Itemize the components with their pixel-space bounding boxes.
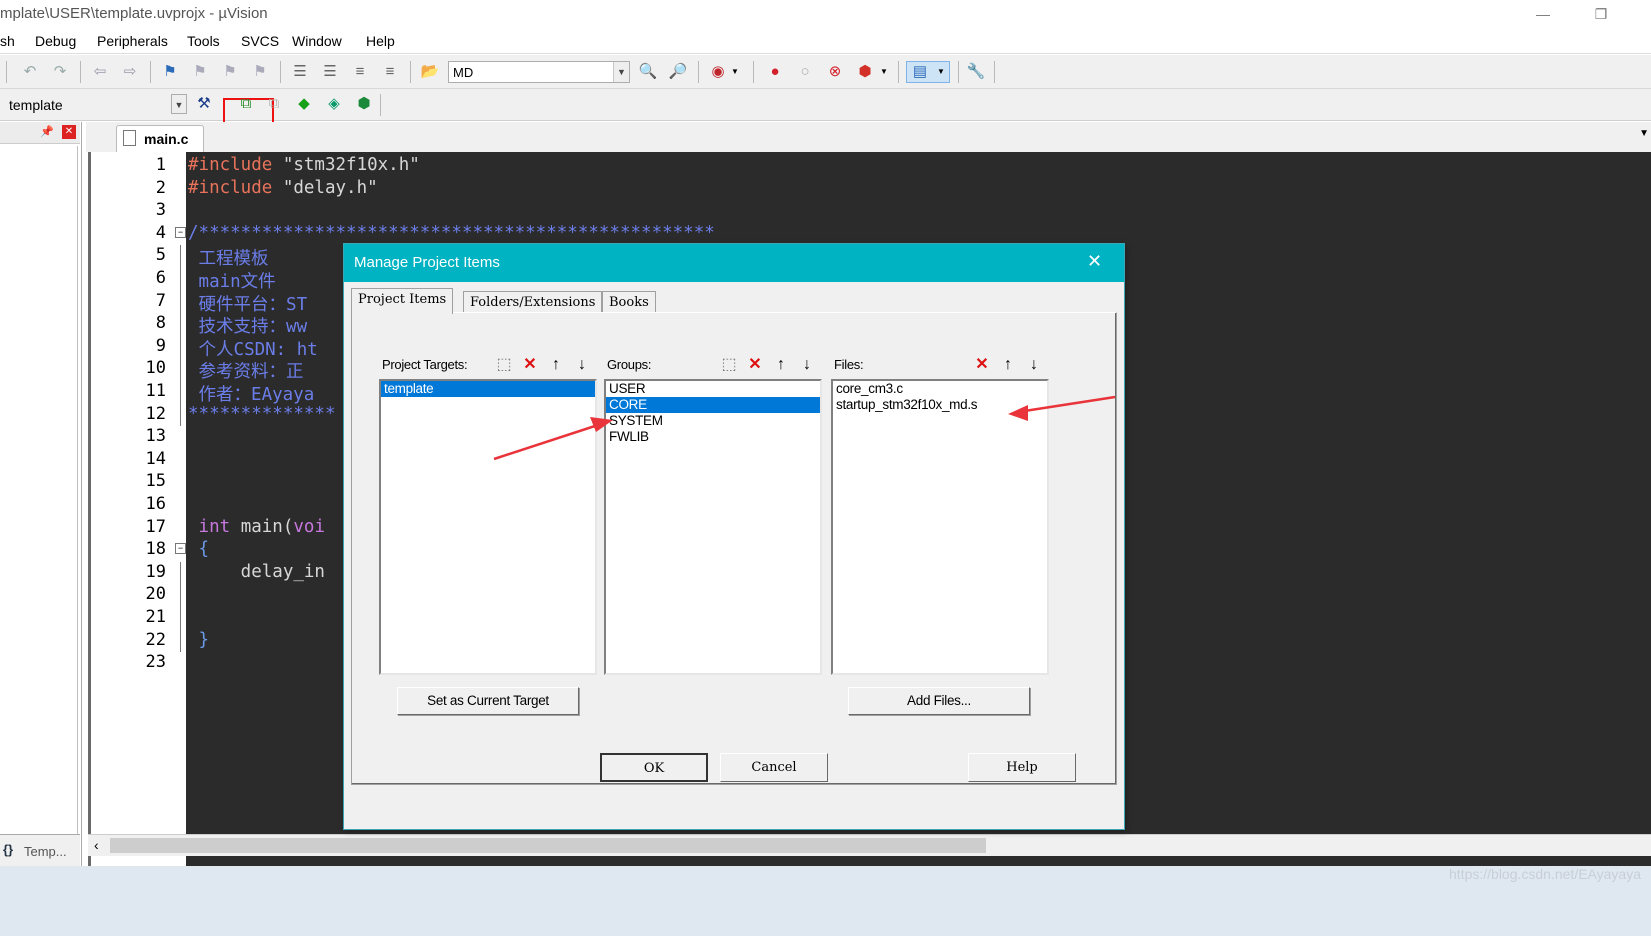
arrow-to-files <box>1008 395 1116 421</box>
annotation-arrows <box>493 395 1116 461</box>
arrow-to-core-group <box>493 417 613 461</box>
tab-project-items[interactable]: Project Items <box>351 288 454 314</box>
